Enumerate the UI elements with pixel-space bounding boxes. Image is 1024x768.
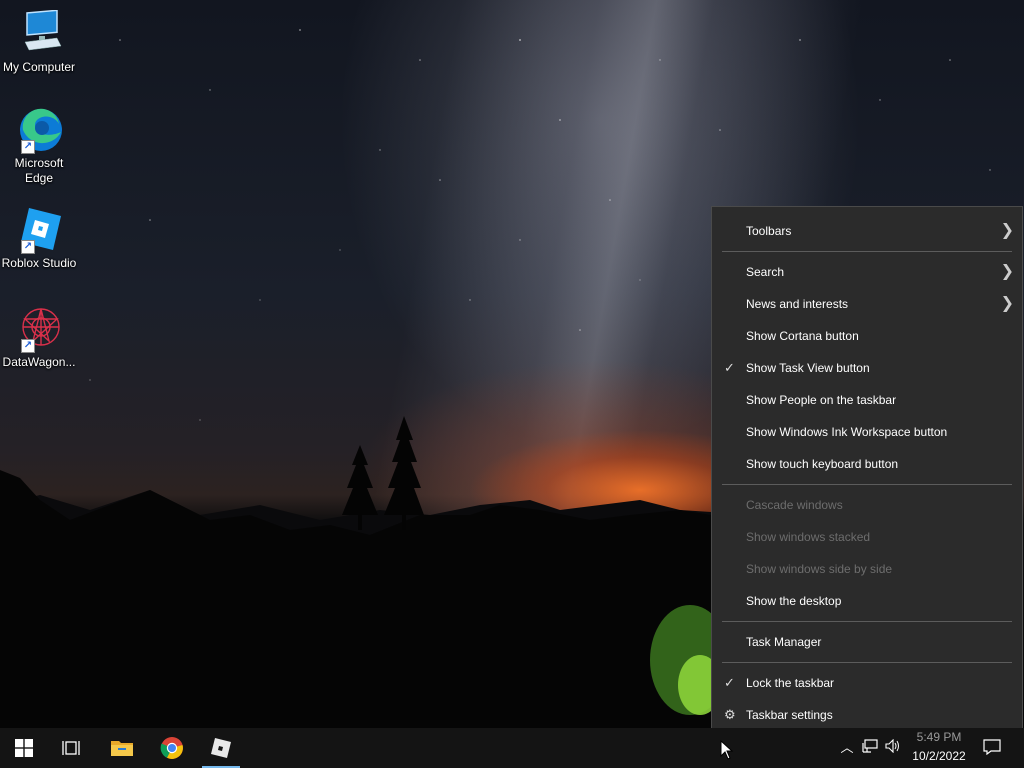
mouse-cursor-icon (720, 740, 734, 760)
menu-item-show-touch-keyboard[interactable]: Show touch keyboard button (712, 448, 1022, 480)
windows-logo-icon (15, 739, 33, 757)
taskbar[interactable]: ︿ 5:49 PM 10/2/2022 (0, 728, 1024, 768)
menu-item-label: Show Windows Ink Workspace button (746, 425, 948, 439)
menu-item-news-and-interests[interactable]: News and interests ❯ (712, 288, 1022, 320)
roblox-button[interactable] (200, 728, 242, 768)
menu-item-show-cortana-button[interactable]: Show Cortana button (712, 320, 1022, 352)
shortcut-arrow-icon: ↗ (21, 240, 35, 254)
edge-icon: ↗ (15, 106, 63, 154)
menu-item-show-task-view-button[interactable]: ✓ Show Task View button (712, 352, 1022, 384)
menu-item-label: Show windows side by side (746, 562, 893, 576)
menu-item-show-windows-side-by-side: Show windows side by side (712, 553, 1022, 585)
menu-item-label: Show touch keyboard button (746, 457, 899, 471)
menu-item-label: Search (746, 265, 785, 279)
chevron-right-icon: ❯ (1000, 295, 1014, 312)
taskbar-clock[interactable]: 5:49 PM 10/2/2022 (906, 728, 972, 768)
chevron-right-icon: ❯ (1000, 263, 1014, 280)
file-explorer-button[interactable] (101, 728, 143, 768)
menu-separator (722, 662, 1012, 663)
menu-item-search[interactable]: Search ❯ (712, 256, 1022, 288)
menu-item-show-windows-stacked: Show windows stacked (712, 521, 1022, 553)
menu-separator (722, 251, 1012, 252)
menu-item-label: Taskbar settings (746, 708, 833, 722)
menu-item-label: Show the desktop (746, 594, 842, 608)
gear-icon: ⚙ (724, 707, 736, 722)
network-icon[interactable] (861, 739, 879, 757)
menu-item-label: News and interests (746, 297, 849, 311)
menu-item-label: Task Manager (746, 635, 822, 649)
menu-item-label: Show windows stacked (746, 530, 871, 544)
checkmark-icon: ✓ (724, 360, 735, 375)
menu-item-task-manager[interactable]: Task Manager (712, 626, 1022, 658)
menu-item-cascade-windows: Cascade windows (712, 489, 1022, 521)
chrome-button[interactable] (151, 728, 193, 768)
chrome-icon (160, 737, 183, 759)
datawagon-icon: ↗ (15, 305, 63, 353)
desktop-icon-my-computer[interactable]: My Computer (0, 9, 78, 75)
start-button[interactable] (3, 728, 45, 768)
shortcut-arrow-icon: ↗ (21, 339, 35, 353)
notification-icon (983, 739, 1001, 756)
desktop-icon-label: My Computer (2, 60, 76, 74)
menu-item-taskbar-settings[interactable]: ⚙ Taskbar settings (712, 699, 1022, 731)
clock-date: 10/2/2022 (912, 749, 966, 763)
menu-item-show-people[interactable]: Show People on the taskbar (712, 384, 1022, 416)
menu-item-label: Cascade windows (746, 498, 843, 512)
menu-item-label: Show People on the taskbar (746, 393, 897, 407)
desktop-icon-roblox-studio[interactable]: ↗ Roblox Studio (0, 206, 78, 271)
shortcut-arrow-icon: ↗ (21, 140, 35, 154)
menu-item-show-windows-ink-workspace[interactable]: Show Windows Ink Workspace button (712, 416, 1022, 448)
task-view-icon (62, 741, 80, 755)
menu-item-show-the-desktop[interactable]: Show the desktop (712, 585, 1022, 617)
desktop-icon-datawagon[interactable]: ↗ DataWagon... (0, 305, 78, 370)
menu-item-label: Show Cortana button (746, 329, 859, 343)
taskbar-context-menu: Toolbars ❯ Search ❯ News and interests ❯… (711, 206, 1023, 738)
menu-item-label: Show Task View button (746, 361, 870, 375)
menu-item-label: Toolbars (746, 224, 792, 238)
menu-item-label: Lock the taskbar (746, 676, 835, 690)
menu-item-toolbars[interactable]: Toolbars ❯ (712, 215, 1022, 247)
computer-icon (15, 9, 63, 58)
menu-separator (722, 621, 1012, 622)
clock-time: 5:49 PM (916, 730, 962, 744)
folder-icon (111, 741, 133, 756)
desktop-icon-microsoft-edge[interactable]: ↗ Microsoft Edge (0, 106, 78, 186)
task-view-button[interactable] (50, 728, 92, 768)
checkmark-icon: ✓ (724, 675, 735, 690)
roblox-icon (211, 738, 231, 758)
menu-item-lock-the-taskbar[interactable]: ✓ Lock the taskbar (712, 667, 1022, 699)
show-hidden-icons-chevron-icon[interactable]: ︿ (838, 739, 856, 757)
roblox-studio-icon: ↗ (15, 206, 63, 254)
chevron-right-icon: ❯ (1000, 222, 1014, 239)
desktop-icon-label: Microsoft Edge (14, 156, 64, 185)
desktop-icon-label: DataWagon... (2, 355, 76, 369)
action-center-button[interactable] (982, 739, 1002, 757)
desktop-icon-label: Roblox Studio (1, 256, 77, 270)
menu-separator (722, 484, 1012, 485)
volume-icon[interactable] (884, 738, 902, 757)
